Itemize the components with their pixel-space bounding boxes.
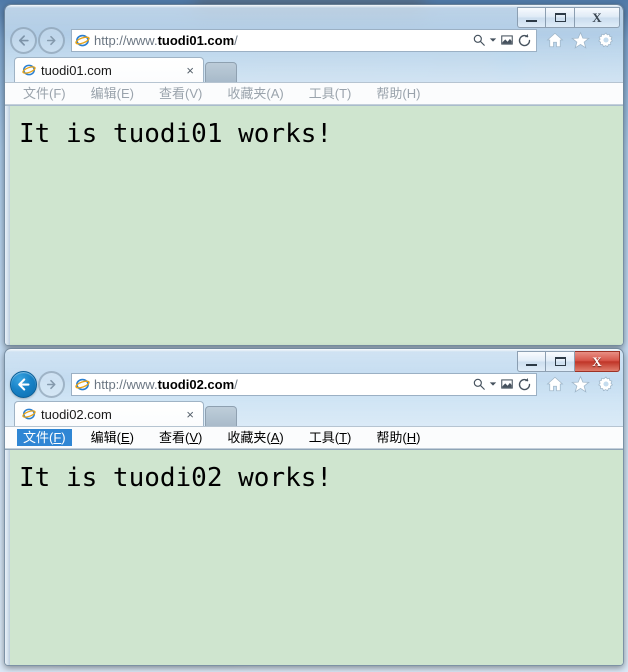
chevron-down-icon[interactable]: [489, 380, 497, 388]
page-viewport: It is tuodi01 works!: [5, 105, 623, 345]
arrow-left-icon: [18, 377, 30, 391]
tab-title: tuodi01.com: [41, 62, 112, 78]
tab-close-icon[interactable]: ×: [183, 407, 197, 422]
minimize-icon: [526, 19, 537, 22]
maximize-button[interactable]: [546, 7, 575, 28]
navigation-toolbar: http://www.tuodi02.com/: [5, 367, 623, 401]
chevron-down-icon[interactable]: [489, 36, 497, 44]
forward-button[interactable]: [38, 26, 65, 54]
back-button[interactable]: [10, 370, 37, 398]
menu-bar: 文件(F) 编辑(E) 查看(V) 收藏夹(A) 工具(T) 帮助(H): [5, 82, 623, 105]
menu-item-view[interactable]: 查看(V): [153, 429, 208, 446]
search-icon[interactable]: [472, 33, 486, 47]
left-edge-strip: [5, 106, 10, 345]
menu-item-file[interactable]: 文件(F): [17, 429, 72, 446]
home-icon[interactable]: [546, 375, 564, 393]
internet-explorer-icon: [22, 64, 36, 76]
new-tab-button[interactable]: [205, 406, 237, 426]
new-tab-button[interactable]: [205, 62, 237, 82]
gear-icon[interactable]: [597, 375, 615, 393]
minimize-icon: [526, 363, 537, 366]
maximize-icon: [554, 13, 566, 22]
address-bar[interactable]: http://www.tuodi02.com/: [71, 372, 537, 396]
search-icon[interactable]: [472, 377, 486, 391]
maximize-button[interactable]: [546, 351, 575, 372]
address-bar[interactable]: http://www.tuodi01.com/: [71, 28, 537, 52]
command-bar: [537, 31, 618, 50]
internet-explorer-icon: [75, 34, 90, 46]
menu-bar: 文件(F) 编辑(E) 查看(V) 收藏夹(A) 工具(T) 帮助(H): [5, 426, 623, 449]
menu-item-edit[interactable]: 编辑(E): [85, 429, 140, 446]
desktop: { "desktop": { "background_color": "#a8c…: [0, 0, 628, 672]
url-suffix: /: [234, 376, 238, 392]
window-controls: X: [517, 351, 620, 372]
browser-window-1[interactable]: X http://www.tuodi01.com/ tuodi01.com × …: [4, 4, 624, 346]
close-icon: X: [592, 10, 602, 25]
back-button[interactable]: [10, 26, 37, 54]
home-icon[interactable]: [546, 31, 564, 49]
forward-button[interactable]: [38, 370, 65, 398]
arrow-right-icon: [46, 35, 56, 45]
address-bar-icons: [472, 377, 534, 392]
compatibility-view-icon[interactable]: [500, 377, 514, 391]
compatibility-view-icon[interactable]: [500, 33, 514, 47]
menu-item-favorites[interactable]: 收藏夹(A): [221, 85, 289, 102]
menu-item-favorites[interactable]: 收藏夹(A): [221, 429, 289, 446]
menu-item-help[interactable]: 帮助(H): [370, 429, 426, 446]
browser-tab[interactable]: tuodi01.com ×: [14, 57, 204, 82]
arrow-right-icon: [46, 379, 56, 389]
star-icon[interactable]: [571, 375, 590, 394]
tab-title: tuodi02.com: [41, 406, 112, 422]
browser-window-2[interactable]: X http://www.tuodi02.com/ tuodi02.com × …: [4, 348, 624, 666]
close-button[interactable]: X: [575, 351, 620, 372]
tab-bar: tuodi02.com ×: [5, 401, 623, 426]
arrow-left-icon: [18, 34, 29, 46]
minimize-button[interactable]: [517, 351, 546, 372]
tab-bar: tuodi01.com ×: [5, 57, 623, 82]
internet-explorer-icon: [22, 408, 36, 420]
internet-explorer-icon: [75, 378, 90, 390]
gear-icon[interactable]: [597, 31, 615, 49]
menu-item-tools[interactable]: 工具(T): [303, 429, 358, 446]
maximize-icon: [554, 357, 566, 366]
url-domain: tuodi01.com: [157, 32, 235, 48]
menu-item-tools[interactable]: 工具(T): [303, 85, 358, 102]
url-prefix: http://www.: [94, 32, 158, 48]
tab-close-icon[interactable]: ×: [183, 63, 197, 78]
page-heading: It is tuodi02 works!: [19, 463, 333, 493]
browser-tab[interactable]: tuodi02.com ×: [14, 401, 204, 426]
close-button[interactable]: X: [575, 7, 620, 28]
url-prefix: http://www.: [94, 376, 158, 392]
menu-item-view[interactable]: 查看(V): [153, 85, 208, 102]
menu-item-help[interactable]: 帮助(H): [370, 85, 426, 102]
page-heading: It is tuodi01 works!: [19, 119, 333, 149]
address-bar-icons: [472, 33, 534, 48]
navigation-toolbar: http://www.tuodi01.com/: [5, 23, 623, 57]
address-url: http://www.tuodi02.com/: [90, 377, 472, 392]
star-icon[interactable]: [571, 31, 590, 50]
window-controls: X: [517, 7, 620, 28]
menu-item-edit[interactable]: 编辑(E): [85, 85, 140, 102]
close-icon: X: [592, 354, 602, 369]
page-viewport: It is tuodi02 works!: [5, 449, 623, 665]
url-domain: tuodi02.com: [157, 376, 235, 392]
address-url: http://www.tuodi01.com/: [90, 33, 472, 48]
url-suffix: /: [234, 32, 238, 48]
command-bar: [537, 375, 618, 394]
refresh-icon[interactable]: [517, 377, 532, 392]
left-edge-strip: [5, 450, 10, 665]
refresh-icon[interactable]: [517, 33, 532, 48]
minimize-button[interactable]: [517, 7, 546, 28]
menu-item-file[interactable]: 文件(F): [17, 85, 72, 102]
